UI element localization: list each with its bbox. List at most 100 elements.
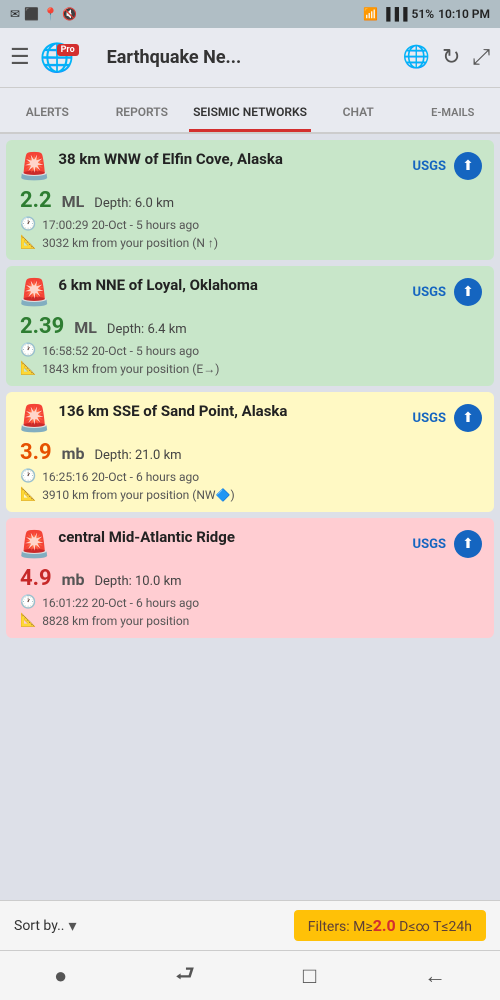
usgs-badge-1[interactable]: USGS [413,159,446,174]
sort-bar: Sort by.. ▾ Filters: M≥2.0 D≤∞ T≤24h [0,900,500,950]
eq-details-3: 3.9 mb Depth: 21.0 km 🕐 16:25:16 20-Oct … [18,440,482,502]
signal-bars: ▐▐▐ [382,7,408,21]
eq-time-3: 🕐 16:25:16 20-Oct - 6 hours ago [20,469,482,484]
sort-arrow-icon: ▾ [69,916,77,935]
eq-card-header-4: 🚨 central Mid-Atlantic Ridge USGS ⬆ [18,528,482,560]
battery-level: 51% [412,7,435,21]
eq-magnitude-value-3: 3.9 [20,440,52,465]
eq-actions-1: USGS ⬆ [413,152,482,180]
tab-seismic-networks[interactable]: SEISMIC NETWORKS [189,93,311,132]
share-button-4[interactable]: ⬆ [454,530,482,558]
pro-badge: Pro [57,44,79,56]
eq-location-1: 38 km WNW of Elfin Cove, Alaska [58,150,283,170]
nav-recents-icon[interactable]: □ [303,963,316,989]
earthquake-icon-1: 🚨 [18,152,50,182]
clock: 10:10 PM [438,7,490,21]
eq-title-row-3: 🚨 136 km SSE of Sand Point, Alaska [18,402,405,434]
share-button-3[interactable]: ⬆ [454,404,482,432]
eq-depth-4: Depth: 10.0 km [94,574,181,589]
eq-card-header-2: 🚨 6 km NNE of Loyal, Oklahoma USGS ⬆ [18,276,482,308]
eq-details-4: 4.9 mb Depth: 10.0 km 🕐 16:01:22 20-Oct … [18,566,482,628]
tab-emails[interactable]: E-MAILS [405,94,500,132]
filter-magnitude: 2.0 [373,916,396,935]
email-icon: ✉ [10,7,20,21]
gps-icon: 📍 [43,7,58,21]
earthquake-card-3[interactable]: 🚨 136 km SSE of Sand Point, Alaska USGS … [6,392,494,512]
notification-icon: ⬛ [24,7,39,21]
nav-home-icon[interactable]: ● [54,963,67,989]
earthquake-card-4[interactable]: 🚨 central Mid-Atlantic Ridge USGS ⬆ 4.9 … [6,518,494,638]
eq-actions-2: USGS ⬆ [413,278,482,306]
eq-mag-type-2: ML [74,318,97,337]
tab-alerts[interactable]: ALERTS [0,93,95,132]
earthquake-list: 🚨 38 km WNW of Elfin Cove, Alaska USGS ⬆… [0,134,500,900]
eq-time-4: 🕐 16:01:22 20-Oct - 6 hours ago [20,595,482,610]
earthquake-card-2[interactable]: 🚨 6 km NNE of Loyal, Oklahoma USGS ⬆ 2.3… [6,266,494,386]
refresh-icon[interactable]: ↻ [442,45,460,70]
eq-location-3: 136 km SSE of Sand Point, Alaska [58,402,287,422]
eq-title-row-4: 🚨 central Mid-Atlantic Ridge [18,528,405,560]
eq-magnitude-row-2: 2.39 ML Depth: 6.4 km [20,314,482,339]
clock-icon-4: 🕐 [20,595,36,610]
usgs-badge-3[interactable]: USGS [413,411,446,426]
navigation-bar: ● ⮐ □ ← [0,950,500,1000]
filter-rest: D≤∞ T≤24h [396,919,472,935]
eq-magnitude-value-1: 2.2 [20,188,52,213]
eq-depth-3: Depth: 21.0 km [94,448,181,463]
eq-card-header-1: 🚨 38 km WNW of Elfin Cove, Alaska USGS ⬆ [18,150,482,182]
eq-actions-3: USGS ⬆ [413,404,482,432]
eq-actions-4: USGS ⬆ [413,530,482,558]
eq-distance-3: 📐 3910 km from your position (NW🔷) [20,487,482,502]
earthquake-card-1[interactable]: 🚨 38 km WNW of Elfin Cove, Alaska USGS ⬆… [6,140,494,260]
tab-bar: ALERTS REPORTS SEISMIC NETWORKS CHAT E-M… [0,88,500,134]
earthquake-icon-2: 🚨 [18,278,50,308]
distance-icon-3: 📐 [20,487,36,502]
eq-location-2: 6 km NNE of Loyal, Oklahoma [58,276,258,296]
earthquake-icon-3: 🚨 [18,404,50,434]
clock-icon-2: 🕐 [20,343,36,358]
eq-distance-1: 📐 3032 km from your position (N ↑) [20,235,482,250]
app-title: Earthquake Ne... [107,47,393,68]
sort-by-dropdown[interactable]: Sort by.. ▾ [14,916,77,935]
eq-title-row-1: 🚨 38 km WNW of Elfin Cove, Alaska [18,150,405,182]
wifi-icon: 📶 [363,7,378,21]
header-actions: 🌐 ↻ ⤢ [403,45,490,70]
status-bar: ✉ ⬛ 📍 🔇 📶 ▐▐▐ 51% 10:10 PM [0,0,500,28]
distance-icon-2: 📐 [20,361,36,376]
eq-location-4: central Mid-Atlantic Ridge [58,528,235,548]
filters-bar: Filters: M≥2.0 D≤∞ T≤24h [77,910,486,941]
eq-magnitude-row-3: 3.9 mb Depth: 21.0 km [20,440,482,465]
tab-chat[interactable]: CHAT [311,93,406,132]
status-bar-left: ✉ ⬛ 📍 🔇 [10,7,77,21]
eq-depth-1: Depth: 6.0 km [94,196,174,211]
status-bar-right: 📶 ▐▐▐ 51% 10:10 PM [363,7,490,21]
eq-details-1: 2.2 ML Depth: 6.0 km 🕐 17:00:29 20-Oct -… [18,188,482,250]
app-header: ☰ 🌐 Pro Earthquake Ne... 🌐 ↻ ⤢ [0,28,500,88]
eq-mag-type-3: mb [62,444,85,463]
eq-magnitude-value-4: 4.9 [20,566,52,591]
share-button-1[interactable]: ⬆ [454,152,482,180]
tab-reports[interactable]: REPORTS [95,93,190,132]
share-button-2[interactable]: ⬆ [454,278,482,306]
nav-back-app-icon[interactable]: ⮐ [175,957,195,995]
distance-icon-4: 📐 [20,613,36,628]
eq-magnitude-value-2: 2.39 [20,314,64,339]
app-logo-wrap: 🌐 Pro [40,41,97,74]
eq-card-header-3: 🚨 136 km SSE of Sand Point, Alaska USGS … [18,402,482,434]
eq-magnitude-row-4: 4.9 mb Depth: 10.0 km [20,566,482,591]
eq-time-2: 🕐 16:58:52 20-Oct - 5 hours ago [20,343,482,358]
menu-icon[interactable]: ☰ [10,45,30,70]
usgs-badge-4[interactable]: USGS [413,537,446,552]
clock-icon-3: 🕐 [20,469,36,484]
nav-back-icon[interactable]: ← [424,963,446,989]
clock-icon-1: 🕐 [20,217,36,232]
eq-title-row-2: 🚨 6 km NNE of Loyal, Oklahoma [18,276,405,308]
eq-mag-type-4: mb [62,570,85,589]
usgs-badge-2[interactable]: USGS [413,285,446,300]
expand-icon[interactable]: ⤢ [472,45,490,70]
distance-icon-1: 📐 [20,235,36,250]
globe-action-icon[interactable]: 🌐 [403,45,430,70]
filter-prefix: Filters: M≥ [308,919,373,935]
eq-details-2: 2.39 ML Depth: 6.4 km 🕐 16:58:52 20-Oct … [18,314,482,376]
eq-time-1: 🕐 17:00:29 20-Oct - 5 hours ago [20,217,482,232]
